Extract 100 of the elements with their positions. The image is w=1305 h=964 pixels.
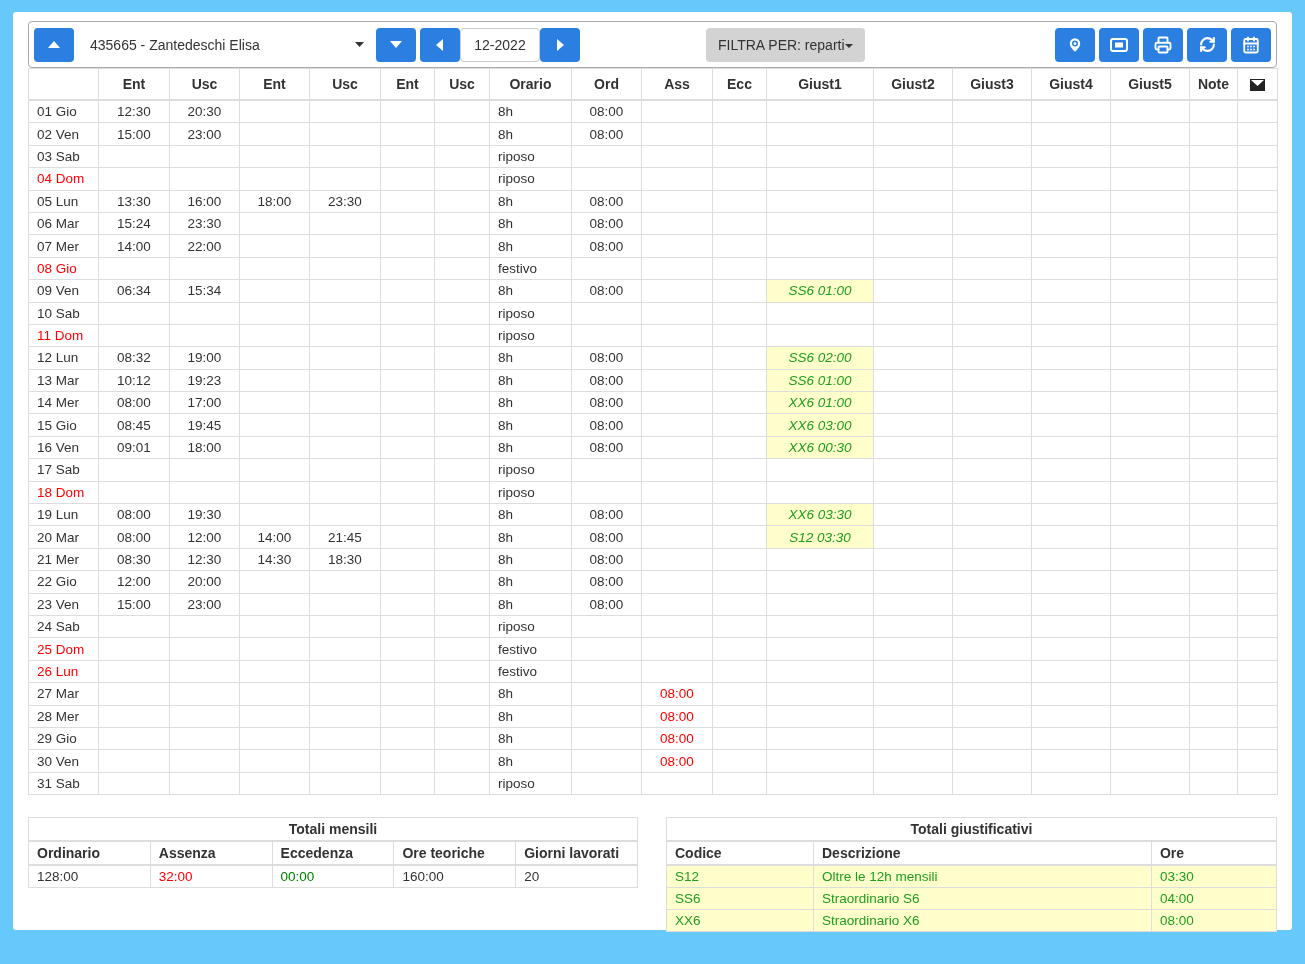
schedule-cell: 8h	[489, 413, 572, 437]
ordinary-hours-cell: 08:00	[571, 190, 642, 213]
schedule-cell: festivo	[489, 257, 572, 280]
column-header: Usc	[169, 68, 240, 100]
day-cell: 02 Ven	[28, 122, 99, 146]
schedule-cell: 8h	[489, 369, 572, 392]
schedule-cell: 8h	[489, 100, 572, 123]
table-cell: SS6	[666, 887, 814, 910]
time-cell: 08:00	[98, 525, 170, 549]
schedule-cell: 8h	[489, 525, 572, 549]
time-cell: 10:12	[98, 369, 170, 392]
schedule-cell: 8h	[489, 212, 572, 235]
badge-button[interactable]	[1099, 27, 1139, 62]
ordinary-hours-cell: 08:00	[571, 413, 642, 437]
ordinary-hours-cell: 08:00	[571, 436, 642, 459]
day-cell: 27 Mar	[28, 682, 99, 706]
caret-down-icon	[844, 43, 853, 48]
day-cell: 28 Mer	[28, 705, 99, 728]
schedule-cell: 8h	[489, 727, 572, 750]
table-cell: S12	[666, 865, 814, 888]
day-cell: 25 Dom	[28, 637, 99, 661]
time-cell: 20:30	[169, 100, 240, 123]
time-cell: 12:00	[98, 570, 170, 594]
schedule-cell: 8h	[489, 190, 572, 213]
absence-cell: 08:00	[641, 749, 713, 773]
day-cell: 05 Lun	[28, 190, 99, 213]
day-cell: 13 Mar	[28, 369, 99, 392]
day-cell: 07 Mer	[28, 234, 99, 258]
schedule-cell: 8h	[489, 749, 572, 773]
day-cell: 01 Gio	[28, 100, 99, 123]
total-value: 00:00	[272, 865, 394, 888]
ordinary-hours-cell: 08:00	[571, 525, 642, 549]
time-cell: 21:45	[309, 525, 381, 549]
previous-month-button[interactable]	[420, 27, 460, 62]
table-title: Totali giustificativi	[666, 817, 1277, 842]
absence-cell: 08:00	[641, 705, 713, 728]
total-value: 20	[515, 865, 638, 888]
next-employee-button[interactable]	[376, 27, 416, 62]
ordinary-hours-cell: 08:00	[571, 122, 642, 146]
column-header: Ord	[571, 68, 642, 100]
time-cell: 08:30	[98, 548, 170, 571]
column-header: Ecc	[712, 68, 767, 100]
day-cell: 04 Dom	[28, 167, 99, 191]
day-cell: 23 Ven	[28, 593, 99, 616]
schedule-cell: 8h	[489, 122, 572, 146]
day-cell: 21 Mer	[28, 548, 99, 571]
ordinary-hours-cell: 08:00	[571, 279, 642, 302]
column-header: Ass	[641, 68, 713, 100]
calendar-button[interactable]	[1231, 27, 1271, 62]
total-value: 160:00	[393, 865, 516, 888]
column-header: Giorni lavorati	[515, 841, 638, 866]
ordinary-hours-cell: 08:00	[571, 100, 642, 123]
filter-dropdown-button[interactable]: FILTRA PER: reparti	[706, 27, 865, 62]
schedule-cell: riposo	[489, 167, 572, 191]
schedule-cell: 8h	[489, 234, 572, 258]
id-card-icon	[1110, 37, 1128, 52]
day-cell: 10 Sab	[28, 302, 99, 325]
day-cell: 31 Sab	[28, 772, 99, 795]
schedule-cell: riposo	[489, 324, 572, 347]
column-header: Giust4	[1031, 68, 1111, 100]
time-cell: 15:00	[98, 593, 170, 616]
ordinary-hours-cell: 08:00	[571, 570, 642, 594]
column-header: Giust1	[766, 68, 874, 100]
caret-right-icon	[554, 37, 566, 52]
day-cell: 12 Lun	[28, 346, 99, 370]
time-cell: 23:30	[309, 190, 381, 213]
day-cell: 14 Mer	[28, 391, 99, 414]
time-cell: 14:30	[239, 548, 310, 571]
previous-employee-button[interactable]	[34, 27, 74, 62]
caret-left-icon	[434, 37, 446, 52]
column-header: Usc	[309, 68, 381, 100]
ordinary-hours-cell: 08:00	[571, 234, 642, 258]
schedule-cell: riposo	[489, 458, 572, 482]
month-field[interactable]: 12-2022	[460, 27, 540, 62]
time-cell: 18:30	[309, 548, 381, 571]
ordinary-hours-cell: 08:00	[571, 548, 642, 571]
total-value: 32:00	[150, 865, 273, 888]
time-cell: 12:30	[98, 100, 170, 123]
time-cell: 15:34	[169, 279, 240, 302]
employee-select[interactable]: 435665 - Zantedeschi Elisa	[78, 27, 376, 62]
table-cell: XX6	[666, 909, 814, 932]
map-pin-icon	[1066, 35, 1084, 54]
schedule-cell: 8h	[489, 682, 572, 706]
time-cell: 08:00	[98, 503, 170, 526]
column-header: Giust5	[1110, 68, 1190, 100]
refresh-button[interactable]	[1187, 27, 1227, 62]
absence-cell: 08:00	[641, 682, 713, 706]
location-button[interactable]	[1055, 27, 1095, 62]
caret-down-icon	[389, 39, 403, 50]
caret-down-icon	[355, 42, 364, 47]
time-cell: 23:00	[169, 122, 240, 146]
day-cell: 09 Ven	[28, 279, 99, 302]
day-cell: 17 Sab	[28, 458, 99, 482]
refresh-icon	[1198, 36, 1216, 53]
next-month-button[interactable]	[540, 27, 580, 62]
schedule-cell: 8h	[489, 279, 572, 302]
day-cell: 16 Ven	[28, 436, 99, 459]
print-button[interactable]	[1143, 27, 1183, 62]
time-cell: 06:34	[98, 279, 170, 302]
schedule-cell: 8h	[489, 593, 572, 616]
